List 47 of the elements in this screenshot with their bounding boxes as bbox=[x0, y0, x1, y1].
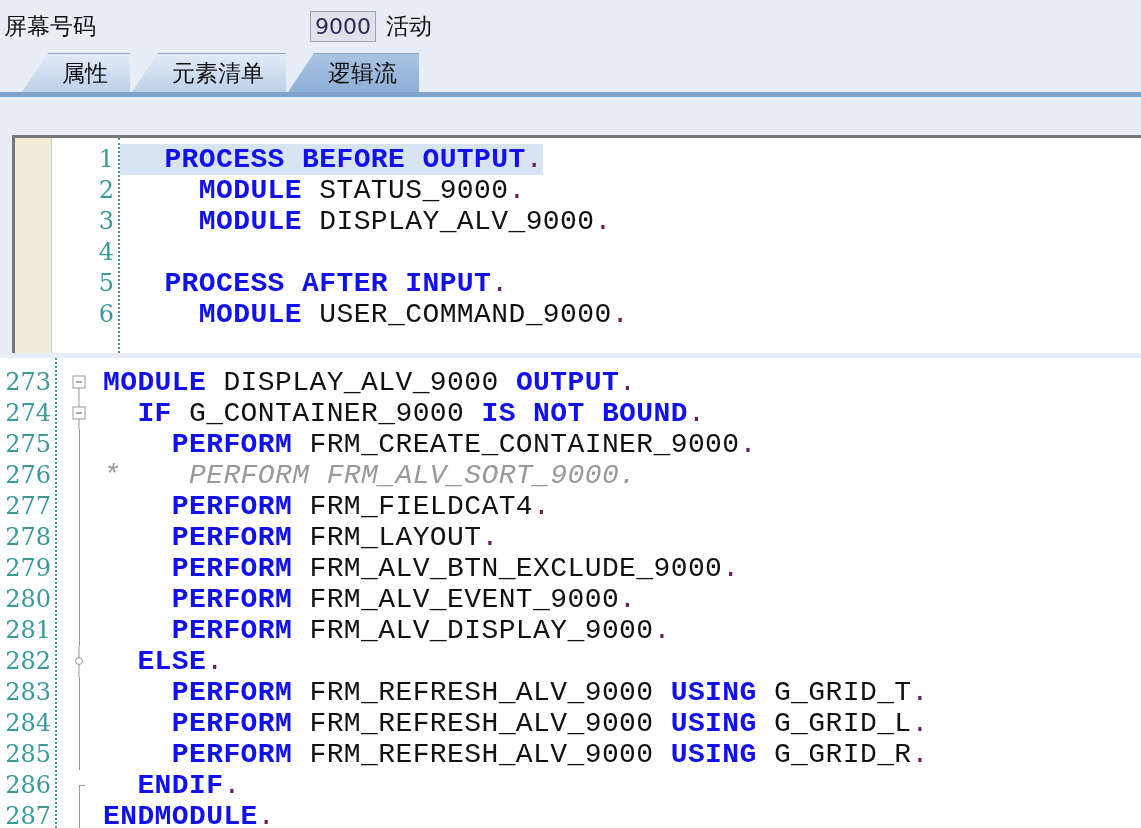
line-number: 5 bbox=[97, 268, 115, 299]
line-number: 283 bbox=[4, 677, 52, 708]
line-number: 273 bbox=[4, 367, 52, 398]
code-line: PERFORM FRM_REFRESH_ALV_9000 USING G_GRID_T. bbox=[170, 677, 929, 708]
line-number: 275 bbox=[4, 429, 52, 460]
code-line: ENDIF. bbox=[136, 770, 241, 801]
line-number: 282 bbox=[4, 646, 52, 677]
line-number: 276 bbox=[4, 460, 52, 491]
line-number: 285 bbox=[4, 739, 52, 770]
screen-number-field[interactable]: 9000 bbox=[310, 10, 376, 42]
tab[interactable]: 属性 bbox=[22, 53, 130, 92]
code-line: * PERFORM FRM_ALV_SORT_9000. bbox=[102, 460, 637, 491]
code-line: PERFORM FRM_FIELDCAT4. bbox=[170, 491, 551, 522]
line-number: 1 bbox=[97, 144, 115, 175]
code-line: PERFORM FRM_REFRESH_ALV_9000 USING G_GRID_R. bbox=[170, 739, 929, 770]
code-line: MODULE DISPLAY_ALV_9000. bbox=[197, 206, 612, 237]
status-text: 活动 bbox=[386, 11, 432, 41]
code-line: ELSE. bbox=[136, 646, 224, 677]
tab[interactable]: 元素清单 bbox=[132, 53, 286, 92]
code-line: MODULE STATUS_9000. bbox=[197, 175, 526, 206]
code-line: PERFORM FRM_REFRESH_ALV_9000 USING G_GRID_L. bbox=[170, 708, 929, 739]
line-number: 274 bbox=[4, 398, 52, 429]
code-line: PERFORM FRM_ALV_BTN_EXCLUDE_9000. bbox=[170, 553, 740, 584]
line-number: 287 bbox=[4, 801, 52, 828]
line-number: 286 bbox=[4, 770, 52, 801]
fold-collapse-icon[interactable] bbox=[71, 398, 87, 429]
line-number: 6 bbox=[97, 299, 115, 330]
code-line: PERFORM FRM_LAYOUT. bbox=[170, 522, 499, 553]
code-line: PERFORM FRM_ALV_DISPLAY_9000. bbox=[170, 615, 671, 646]
line-number: 4 bbox=[97, 237, 115, 268]
code-line: ENDMODULE. bbox=[102, 801, 276, 828]
code-line: MODULE DISPLAY_ALV_9000 OUTPUT. bbox=[102, 367, 637, 398]
code-line: PERFORM FRM_CREATE_CONTAINER_9000. bbox=[170, 429, 757, 460]
line-number: 281 bbox=[4, 615, 52, 646]
tab[interactable]: 逻辑流 bbox=[288, 53, 419, 92]
code-line: PROCESS AFTER INPUT. bbox=[163, 268, 509, 299]
line-number: 277 bbox=[4, 491, 52, 522]
field-label: 屏幕号码 bbox=[4, 11, 97, 41]
line-number: 279 bbox=[4, 553, 52, 584]
line-number: 280 bbox=[4, 584, 52, 615]
code-line: IF G_CONTAINER_9000 IS NOT BOUND. bbox=[136, 398, 706, 429]
line-number: 2 bbox=[97, 175, 115, 206]
line-number: 284 bbox=[4, 708, 52, 739]
code-line: MODULE USER_COMMAND_9000. bbox=[197, 299, 629, 330]
line-number: 278 bbox=[4, 522, 52, 553]
line-number: 3 bbox=[97, 206, 115, 237]
code-line: PERFORM FRM_ALV_EVENT_9000. bbox=[170, 584, 637, 615]
